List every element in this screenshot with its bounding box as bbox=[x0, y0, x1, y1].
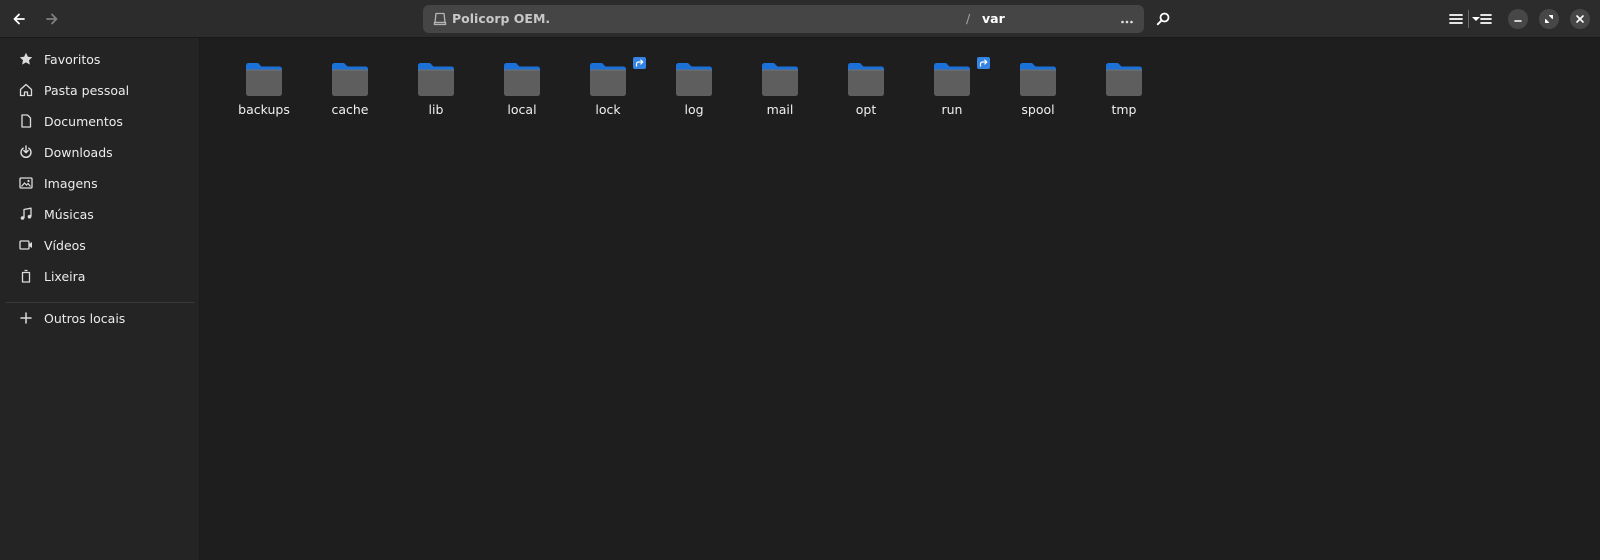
folder-icon bbox=[502, 59, 542, 99]
file-manager-window: Policorp OEM. / var Favoritos Pasta pess… bbox=[0, 0, 1600, 560]
go-previous-icon bbox=[11, 11, 27, 27]
sidebar-item-label: Downloads bbox=[44, 144, 113, 160]
sidebar-item-imagens[interactable]: Imagens bbox=[6, 168, 194, 198]
folder-name: cache bbox=[331, 102, 369, 117]
go-next-icon bbox=[44, 11, 60, 27]
view-more-horizontal-icon bbox=[1120, 12, 1134, 27]
folder-icon bbox=[1104, 59, 1144, 99]
starred-icon bbox=[18, 51, 34, 67]
path-menu-button[interactable] bbox=[1115, 9, 1139, 29]
folder-name: lib bbox=[428, 102, 444, 117]
forward-button[interactable] bbox=[38, 5, 66, 33]
search-button[interactable] bbox=[1149, 5, 1177, 33]
folder-item[interactable]: log bbox=[651, 57, 737, 141]
folder-item[interactable]: opt bbox=[823, 57, 909, 141]
folder-item[interactable]: mail bbox=[737, 57, 823, 141]
back-button[interactable] bbox=[5, 5, 33, 33]
folder-name: local bbox=[507, 102, 537, 117]
sidebar-item-label: Lixeira bbox=[44, 268, 86, 284]
image-icon bbox=[18, 175, 34, 191]
icon-grid: backups cache lib local lock log mail opt run spo… bbox=[221, 57, 1421, 167]
folder-item[interactable]: lock bbox=[565, 57, 651, 141]
download-icon bbox=[18, 144, 34, 160]
folder-name: lock bbox=[595, 102, 621, 117]
folder-item[interactable]: cache bbox=[307, 57, 393, 141]
folder-icon bbox=[330, 59, 370, 99]
header-bar: Policorp OEM. / var bbox=[0, 0, 1600, 38]
open-menu-icon bbox=[1480, 13, 1492, 25]
places-sidebar: Favoritos Pasta pessoal Documentos Downl… bbox=[0, 38, 200, 560]
home-icon bbox=[18, 82, 34, 98]
folder-name: tmp bbox=[1111, 102, 1137, 117]
trash-icon bbox=[18, 268, 34, 284]
folder-name: run bbox=[941, 102, 963, 117]
sidebar-item-videos[interactable]: Vídeos bbox=[6, 230, 194, 260]
sidebar-item-label: Favoritos bbox=[44, 51, 101, 67]
document-icon bbox=[18, 113, 34, 129]
folder-name: opt bbox=[855, 102, 877, 117]
sidebar-item-label: Músicas bbox=[44, 206, 94, 222]
sidebar-item-musicas[interactable]: Músicas bbox=[6, 199, 194, 229]
view-list-button[interactable] bbox=[1445, 5, 1467, 33]
window-restore-icon bbox=[1544, 12, 1554, 27]
folder-item[interactable]: backups bbox=[221, 57, 307, 141]
minimize-button[interactable] bbox=[1508, 9, 1528, 29]
folder-icon bbox=[588, 59, 628, 99]
sidebar-item-lixeira[interactable]: Lixeira bbox=[6, 261, 194, 291]
folder-item[interactable]: lib bbox=[393, 57, 479, 141]
restore-button[interactable] bbox=[1539, 9, 1559, 29]
folder-name: log bbox=[684, 102, 704, 117]
sidebar-item-label: Outros locais bbox=[44, 310, 126, 326]
sidebar-item-label: Vídeos bbox=[44, 237, 86, 253]
video-icon bbox=[18, 237, 34, 253]
folder-item[interactable]: local bbox=[479, 57, 565, 141]
breadcrumb-current-folder[interactable]: var bbox=[982, 11, 1005, 27]
search-icon bbox=[1155, 11, 1171, 27]
folder-name: backups bbox=[238, 102, 290, 117]
sidebar-item-label: Imagens bbox=[44, 175, 98, 191]
folder-icon bbox=[932, 59, 972, 99]
folder-icon bbox=[1018, 59, 1058, 99]
folder-icon bbox=[674, 59, 714, 99]
folder-name: mail bbox=[766, 102, 794, 117]
breadcrumb-separator: / bbox=[966, 11, 971, 26]
folder-icon bbox=[846, 59, 886, 99]
sidebar-item-label: Documentos bbox=[44, 113, 123, 129]
folder-item[interactable]: tmp bbox=[1081, 57, 1167, 141]
sidebar-item-downloads[interactable]: Downloads bbox=[6, 137, 194, 167]
sidebar-item-favoritos[interactable]: Favoritos bbox=[6, 44, 194, 74]
music-icon bbox=[18, 206, 34, 222]
path-bar: Policorp OEM. / var bbox=[423, 5, 1144, 33]
sidebar-item-pasta-pessoal[interactable]: Pasta pessoal bbox=[6, 75, 194, 105]
view-list-icon bbox=[1449, 13, 1463, 25]
window-minimize-icon bbox=[1513, 12, 1523, 27]
close-button[interactable] bbox=[1570, 9, 1590, 29]
drive-harddisk-icon bbox=[433, 12, 447, 29]
folder-icon bbox=[760, 59, 800, 99]
breadcrumb-drive[interactable]: Policorp OEM. bbox=[452, 11, 550, 27]
sidebar-item-label: Pasta pessoal bbox=[44, 82, 130, 98]
folder-item[interactable]: run bbox=[909, 57, 995, 141]
symbolic-link-icon bbox=[977, 57, 990, 69]
folder-item[interactable]: spool bbox=[995, 57, 1081, 141]
symbolic-link-icon bbox=[633, 57, 646, 69]
sidebar-item-documentos[interactable]: Documentos bbox=[6, 106, 194, 136]
folder-icon bbox=[416, 59, 456, 99]
files-view[interactable]: backups cache lib local lock log mail opt run spo… bbox=[201, 38, 1600, 560]
main-menu-button[interactable] bbox=[1472, 5, 1500, 33]
folder-name: spool bbox=[1021, 102, 1055, 117]
plus-icon bbox=[18, 310, 34, 326]
window-close-icon bbox=[1575, 12, 1585, 27]
sidebar-item-outros-locais[interactable]: Outros locais bbox=[6, 303, 194, 333]
folder-icon bbox=[244, 59, 284, 99]
